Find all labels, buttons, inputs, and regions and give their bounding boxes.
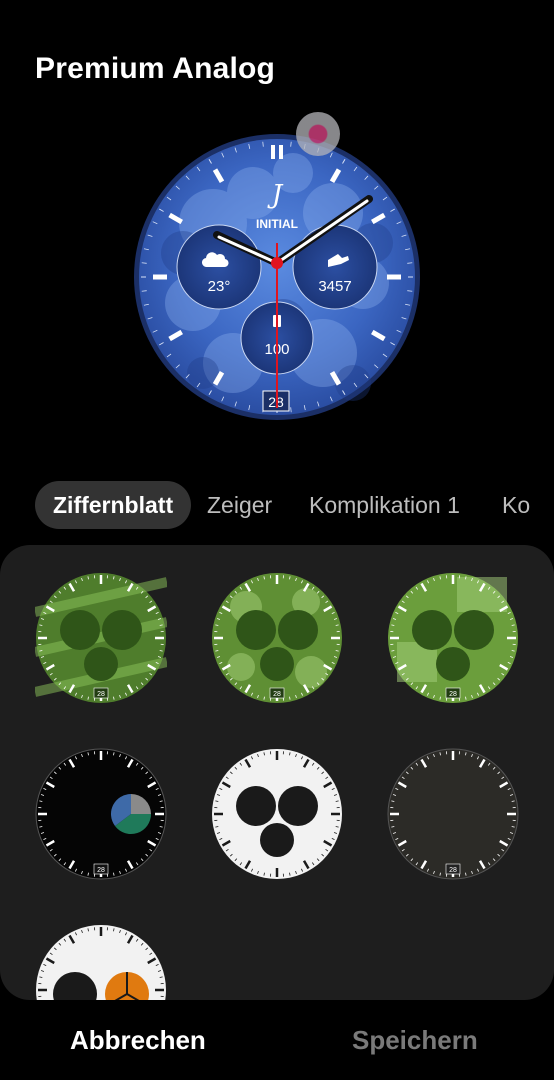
tab-komplikation-2[interactable]: Ko [502,481,530,529]
brand-text: INITIAL [256,217,298,231]
steps-value: 3457 [318,278,351,295]
page-title: Premium Analog [35,52,276,85]
dial-option-green-blocks[interactable]: 28 [387,572,519,704]
minute-tick [407,262,413,264]
dial-option-dark-gray[interactable]: 28 [387,748,519,880]
dial-date: 28 [449,867,457,874]
minute-tick [262,141,264,147]
tab-zeiger[interactable]: Zeiger [207,481,272,529]
dial-date: 28 [449,691,457,698]
dial-option-white-orange[interactable] [35,924,167,1000]
minute-tick [290,407,292,413]
steps-complication [292,224,378,310]
weather-value: 23° [208,278,231,295]
hand-pivot [271,257,283,269]
dial-option-white-three[interactable] [211,748,343,880]
dial-date: 28 [97,867,105,874]
watch-face-preview[interactable]: J INITIAL 23° 3457 100 28 [133,133,421,421]
tab-ziffernblatt[interactable]: Ziffernblatt [35,481,192,529]
dial-option-green-stripes[interactable]: 28 [35,572,167,704]
dial-option-green-camo[interactable]: 28 [211,572,343,704]
touch-indicator [296,112,340,156]
tab-komplikation-1[interactable]: Komplikation 1 [309,481,460,529]
minute-tick [290,141,292,147]
cancel-button[interactable]: Abbrechen [70,1018,206,1062]
minute-tick [141,290,147,292]
customize-tabs: Ziffernblatt Zeiger Komplikation 1 Ko [0,478,554,532]
minute-tick [407,290,413,292]
dial-date: 28 [273,691,281,698]
save-button[interactable]: Speichern [352,1018,478,1062]
dial-options-panel: 28 28 28 28 28 [0,545,554,1000]
minute-tick [141,262,147,264]
dial-date: 28 [97,691,105,698]
dial-option-black-pie[interactable]: 28 [35,748,167,880]
